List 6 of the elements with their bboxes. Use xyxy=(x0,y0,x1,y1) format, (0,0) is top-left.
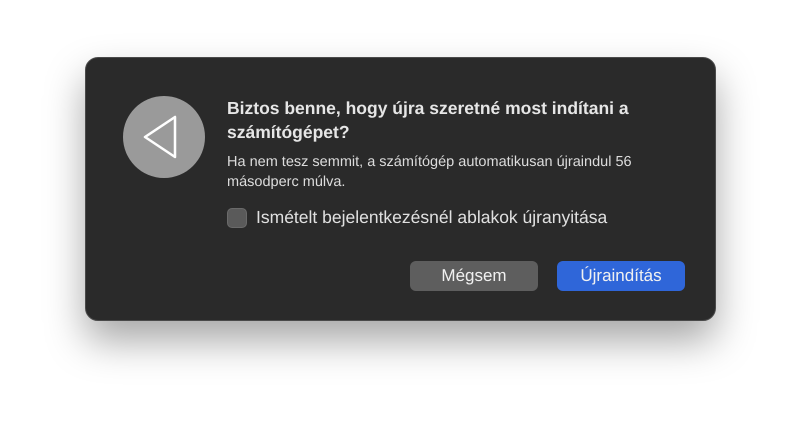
dialog-message: Ha nem tesz semmit, a számítógép automatikusan újraindul 56 másodperc múlva. xyxy=(227,153,633,192)
cancel-button[interactable]: Mégsem xyxy=(410,261,538,291)
restart-button[interactable]: Újraindítás xyxy=(557,261,685,291)
checkbox[interactable] xyxy=(227,208,247,228)
dialog-title: Biztos benne, hogy újra szeretné most indítani a számítógépet? xyxy=(227,97,630,144)
checkbox-label: Ismételt bejelentkezésnél ablakok újranyitása xyxy=(256,207,608,228)
